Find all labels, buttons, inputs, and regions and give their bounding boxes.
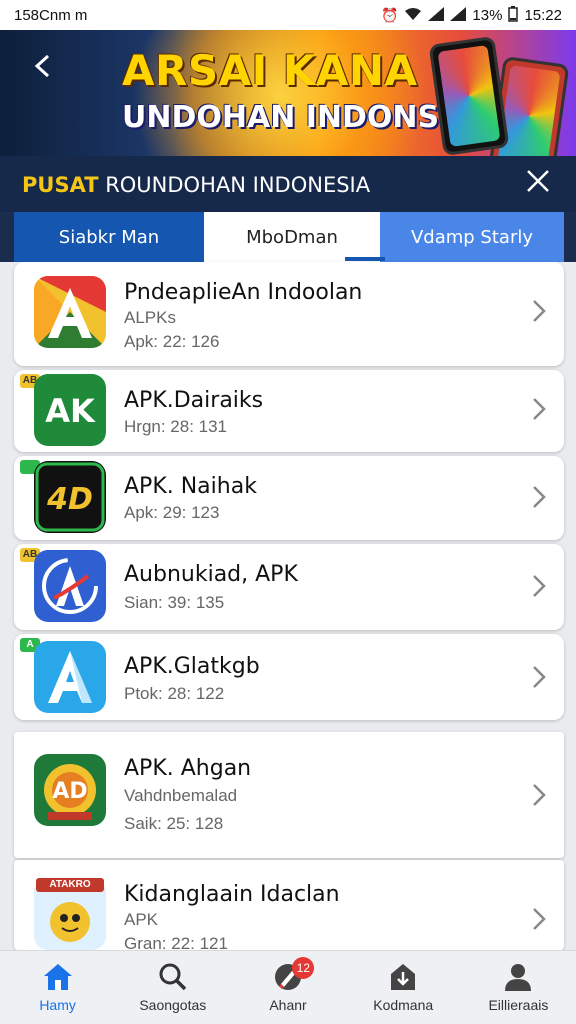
nav-profile[interactable]: Eillieraais <box>461 951 576 1024</box>
page-title-rest: ROUNDOHAN INDONESIA <box>98 173 371 197</box>
download-box-icon <box>387 962 419 992</box>
alarm-icon: ⏰ <box>380 6 399 23</box>
list-item[interactable]: AD APK. Ahgan Vahdnbemalad Saik: 25: 128 <box>14 732 564 858</box>
clock: 15:22 <box>524 6 562 24</box>
app-name: APK. Naihak <box>124 474 257 499</box>
green-ak-icon: AK <box>34 374 106 446</box>
icon-banner-text: ATAKRO <box>36 878 104 892</box>
chevron-right-icon <box>532 396 546 428</box>
bottom-navigation: Hamy Saongotas 12 Ahanr Kodmana Eilliera… <box>0 950 576 1024</box>
status-left-text: 158Cnm m <box>14 6 88 24</box>
chevron-right-icon <box>532 298 546 330</box>
app-meta: Hrgn: 28: 131 <box>124 417 228 436</box>
tab-2[interactable]: MboDman <box>204 212 380 262</box>
user-icon <box>502 962 534 992</box>
nav-search[interactable]: Saongotas <box>115 951 230 1024</box>
app-name: APK.Glatkgb <box>124 654 260 679</box>
app-subtitle: ALPKs <box>124 308 176 327</box>
nav-label: Hamy <box>39 997 76 1013</box>
svg-text:4D: 4D <box>46 482 93 517</box>
nav-label: Ahanr <box>269 997 307 1013</box>
signal-icon <box>428 6 445 24</box>
nav-home[interactable]: Hamy <box>0 951 115 1024</box>
chevron-right-icon <box>532 573 546 605</box>
nav-label: Eillieraais <box>488 997 549 1013</box>
app-meta: Ptok: 28: 122 <box>124 684 225 703</box>
tab-indicator <box>345 257 385 261</box>
banner-title-line1: ARSAI KANA <box>122 46 418 95</box>
tab-bar: Siabkr Man MboDman Vdamp Starly <box>14 212 564 262</box>
banner-title-line2: UNDOHAN INDONSIA <box>122 100 474 135</box>
app-name: Aubnukiad, APK <box>124 562 298 587</box>
back-arrow-icon[interactable] <box>30 50 56 87</box>
list-item[interactable]: PndeaplieAn Indoolan ALPKs Apk: 22: 126 <box>14 262 564 366</box>
list-item[interactable]: AB AK APK.Dairaiks Hrgn: 28: 131 <box>14 370 564 452</box>
app-meta: Sian: 39: 135 <box>124 593 225 612</box>
app-subtitle: APK <box>124 910 159 929</box>
green-circle-icon: AD <box>34 754 106 826</box>
app-name: APK.Dairaiks <box>124 388 264 413</box>
home-icon <box>42 962 74 992</box>
red-a-icon <box>34 276 106 348</box>
wifi-icon <box>404 7 422 24</box>
signal-icon-2 <box>450 6 467 24</box>
chevron-right-icon <box>532 906 546 938</box>
blue-a-icon <box>34 641 106 713</box>
list-item[interactable]: AB Aubnukiad, APK Sian: 39: 135 <box>14 544 564 630</box>
section-header: PUSAT ROUNDOHAN INDONESIA <box>0 156 576 212</box>
list-item[interactable]: 4D APK. Naihak Apk: 29: 123 <box>14 456 564 540</box>
nav-updates[interactable]: 12 Ahanr <box>230 951 345 1024</box>
tab-3[interactable]: Vdamp Starly <box>380 212 564 262</box>
app-name: APK. Ahgan <box>124 756 252 781</box>
app-name: PndeaplieAn Indoolan <box>124 280 363 305</box>
battery-icon <box>508 5 519 25</box>
app-name: Kidanglaain Idaclan <box>124 882 340 907</box>
list-item[interactable]: ATAKRO Kidanglaain Idaclan APK Gran: 22:… <box>14 860 564 953</box>
svg-text:AK: AK <box>45 392 96 430</box>
close-icon[interactable] <box>522 168 554 200</box>
svg-text:AD: AD <box>52 779 87 804</box>
page-title-highlight: PUSAT <box>22 173 99 197</box>
promo-banner[interactable]: ARSAI KANA UNDOHAN INDONSIA <box>0 30 576 156</box>
black-4d-icon: 4D <box>34 461 106 533</box>
phone-illustration <box>428 35 510 156</box>
chevron-right-icon <box>532 664 546 696</box>
battery-percent: 13% <box>472 6 503 24</box>
search-icon <box>157 962 189 992</box>
tab-1[interactable]: Siabkr Man <box>14 212 204 262</box>
app-meta: Apk: 29: 123 <box>124 503 220 522</box>
app-meta: Saik: 25: 128 <box>124 814 224 833</box>
nav-label: Kodmana <box>373 997 434 1013</box>
status-bar: 158Cnm m ⏰ 13% 15:22 <box>0 0 576 30</box>
list-item[interactable]: A APK.Glatkgb Ptok: 28: 122 <box>14 634 564 720</box>
app-subtitle: Vahdnbemalad <box>124 786 238 805</box>
page-title: PUSAT ROUNDOHAN INDONESIA <box>22 173 370 197</box>
chevron-right-icon <box>532 484 546 516</box>
notification-badge: 12 <box>292 957 315 979</box>
status-right: ⏰ 13% 15:22 <box>380 5 562 25</box>
app-meta: Apk: 22: 126 <box>124 332 220 351</box>
chevron-right-icon <box>532 782 546 814</box>
nav-downloads[interactable]: Kodmana <box>346 951 461 1024</box>
nav-label: Saongotas <box>139 997 207 1013</box>
blue-swirl-a-icon <box>34 550 106 622</box>
